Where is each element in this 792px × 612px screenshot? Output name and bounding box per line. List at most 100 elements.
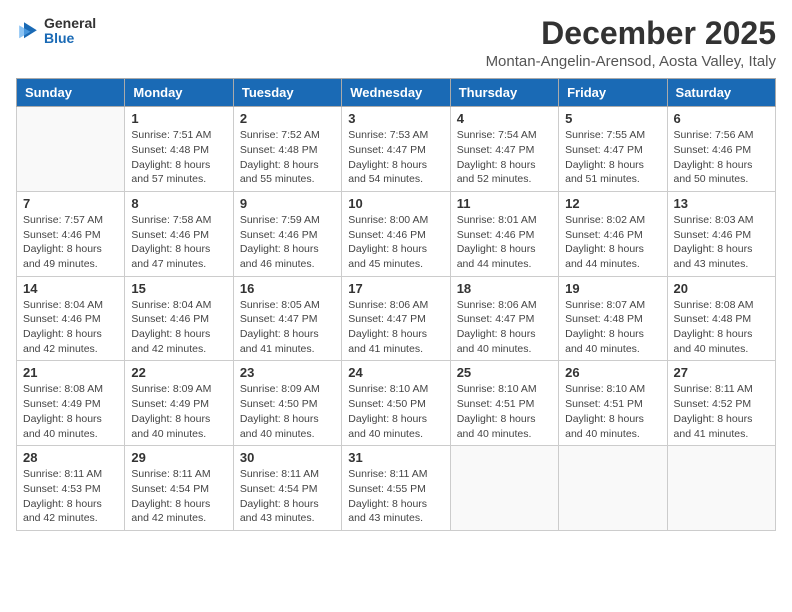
calendar-cell: [559, 446, 667, 531]
day-info: Sunrise: 7:58 AMSunset: 4:46 PMDaylight:…: [131, 213, 226, 272]
logo-icon: [16, 19, 40, 43]
calendar-cell: 27 Sunrise: 8:11 AMSunset: 4:52 PMDayligh…: [667, 361, 775, 446]
day-info: Sunrise: 8:06 AMSunset: 4:47 PMDaylight:…: [348, 298, 443, 357]
header: General Blue December 2025 Montan-Angeli…: [16, 16, 776, 70]
day-info: Sunrise: 8:02 AMSunset: 4:46 PMDaylight:…: [565, 213, 660, 272]
calendar-header-tuesday: Tuesday: [233, 79, 341, 107]
calendar-cell: 5 Sunrise: 7:55 AMSunset: 4:47 PMDaylight…: [559, 107, 667, 192]
calendar-cell: 4 Sunrise: 7:54 AMSunset: 4:47 PMDaylight…: [450, 107, 558, 192]
calendar-cell: 24Sunrise: 8:10 AMSunset: 4:50 PMDayligh…: [342, 361, 450, 446]
calendar-cell: 22Sunrise: 8:09 AMSunset: 4:49 PMDayligh…: [125, 361, 233, 446]
day-number: 9: [240, 196, 335, 211]
day-info: Sunrise: 8:04 AMSunset: 4:46 PMDaylight:…: [23, 298, 118, 357]
calendar-cell: 21 Sunrise: 8:08 AMSunset: 4:49 PMDayligh…: [17, 361, 125, 446]
day-info: Sunrise: 7:57 AMSunset: 4:46 PMDaylight:…: [23, 213, 118, 272]
logo-text: General Blue: [44, 16, 96, 47]
calendar-cell: 11 Sunrise: 8:01 AMSunset: 4:46 PMDayligh…: [450, 191, 558, 276]
day-info: Sunrise: 7:55 AMSunset: 4:47 PMDaylight:…: [565, 128, 660, 187]
day-info: Sunrise: 7:54 AMSunset: 4:47 PMDaylight:…: [457, 128, 552, 187]
day-info: Sunrise: 8:08 AMSunset: 4:49 PMDaylight:…: [23, 382, 118, 441]
day-info: Sunrise: 7:56 AMSunset: 4:46 PMDaylight:…: [674, 128, 769, 187]
calendar-week-row: 7 Sunrise: 7:57 AMSunset: 4:46 PMDaylight…: [17, 191, 776, 276]
day-info: Sunrise: 8:11 AMSunset: 4:54 PMDaylight:…: [131, 467, 226, 526]
day-number: 2: [240, 111, 335, 126]
calendar-cell: 1 Sunrise: 7:51 AMSunset: 4:48 PMDaylight…: [125, 107, 233, 192]
page-container: General Blue December 2025 Montan-Angeli…: [16, 16, 776, 531]
month-title: December 2025: [486, 16, 776, 51]
title-area: December 2025 Montan-Angelin-Arensod, Ao…: [486, 16, 776, 70]
day-info: Sunrise: 8:05 AMSunset: 4:47 PMDaylight:…: [240, 298, 335, 357]
calendar-cell: 8 Sunrise: 7:58 AMSunset: 4:46 PMDaylight…: [125, 191, 233, 276]
calendar-cell: 2Sunrise: 7:52 AMSunset: 4:48 PMDaylight…: [233, 107, 341, 192]
day-info: Sunrise: 7:51 AMSunset: 4:48 PMDaylight:…: [131, 128, 226, 187]
day-info: Sunrise: 8:07 AMSunset: 4:48 PMDaylight:…: [565, 298, 660, 357]
calendar-cell: [17, 107, 125, 192]
day-info: Sunrise: 8:06 AMSunset: 4:47 PMDaylight:…: [457, 298, 552, 357]
day-info: Sunrise: 7:53 AMSunset: 4:47 PMDaylight:…: [348, 128, 443, 187]
day-number: 23: [240, 365, 335, 380]
day-number: 16: [240, 281, 335, 296]
day-number: 21: [23, 365, 118, 380]
calendar-cell: 29 Sunrise: 8:11 AMSunset: 4:54 PMDayligh…: [125, 446, 233, 531]
day-number: 6: [674, 111, 769, 126]
calendar-cell: 15 Sunrise: 8:04 AMSunset: 4:46 PMDayligh…: [125, 276, 233, 361]
day-number: 12: [565, 196, 660, 211]
day-number: 4: [457, 111, 552, 126]
calendar-week-row: 14 Sunrise: 8:04 AMSunset: 4:46 PMDayligh…: [17, 276, 776, 361]
day-info: Sunrise: 8:08 AMSunset: 4:48 PMDaylight:…: [674, 298, 769, 357]
calendar-cell: 25Sunrise: 8:10 AMSunset: 4:51 PMDayligh…: [450, 361, 558, 446]
calendar-cell: 20 Sunrise: 8:08 AMSunset: 4:48 PMDayligh…: [667, 276, 775, 361]
day-number: 31: [348, 450, 443, 465]
day-number: 15: [131, 281, 226, 296]
day-info: Sunrise: 8:11 AMSunset: 4:53 PMDaylight:…: [23, 467, 118, 526]
calendar-cell: 23Sunrise: 8:09 AMSunset: 4:50 PMDayligh…: [233, 361, 341, 446]
day-info: Sunrise: 8:01 AMSunset: 4:46 PMDaylight:…: [457, 213, 552, 272]
calendar-cell: 19 Sunrise: 8:07 AMSunset: 4:48 PMDayligh…: [559, 276, 667, 361]
calendar-header-sunday: Sunday: [17, 79, 125, 107]
calendar-week-row: 1 Sunrise: 7:51 AMSunset: 4:48 PMDaylight…: [17, 107, 776, 192]
logo-general: General: [44, 16, 96, 31]
day-info: Sunrise: 8:00 AMSunset: 4:46 PMDaylight:…: [348, 213, 443, 272]
day-number: 8: [131, 196, 226, 211]
day-number: 24: [348, 365, 443, 380]
day-info: Sunrise: 8:04 AMSunset: 4:46 PMDaylight:…: [131, 298, 226, 357]
day-number: 20: [674, 281, 769, 296]
logo: General Blue: [16, 16, 96, 47]
day-number: 29: [131, 450, 226, 465]
day-number: 26: [565, 365, 660, 380]
day-number: 19: [565, 281, 660, 296]
calendar-cell: 14 Sunrise: 8:04 AMSunset: 4:46 PMDayligh…: [17, 276, 125, 361]
location-subtitle: Montan-Angelin-Arensod, Aosta Valley, It…: [486, 53, 776, 70]
day-number: 25: [457, 365, 552, 380]
calendar-cell: [667, 446, 775, 531]
calendar-cell: 28 Sunrise: 8:11 AMSunset: 4:53 PMDayligh…: [17, 446, 125, 531]
calendar-week-row: 21 Sunrise: 8:08 AMSunset: 4:49 PMDayligh…: [17, 361, 776, 446]
day-number: 14: [23, 281, 118, 296]
calendar-cell: 7 Sunrise: 7:57 AMSunset: 4:46 PMDaylight…: [17, 191, 125, 276]
calendar-cell: 18Sunrise: 8:06 AMSunset: 4:47 PMDayligh…: [450, 276, 558, 361]
day-info: Sunrise: 8:10 AMSunset: 4:51 PMDaylight:…: [565, 382, 660, 441]
calendar-cell: 16 Sunrise: 8:05 AMSunset: 4:47 PMDayligh…: [233, 276, 341, 361]
day-info: Sunrise: 8:11 AMSunset: 4:55 PMDaylight:…: [348, 467, 443, 526]
calendar-week-row: 28 Sunrise: 8:11 AMSunset: 4:53 PMDayligh…: [17, 446, 776, 531]
calendar-cell: [450, 446, 558, 531]
calendar-header-saturday: Saturday: [667, 79, 775, 107]
calendar-header-friday: Friday: [559, 79, 667, 107]
calendar-cell: 26 Sunrise: 8:10 AMSunset: 4:51 PMDayligh…: [559, 361, 667, 446]
day-number: 3: [348, 111, 443, 126]
day-number: 5: [565, 111, 660, 126]
day-number: 17: [348, 281, 443, 296]
day-number: 27: [674, 365, 769, 380]
day-number: 1: [131, 111, 226, 126]
day-number: 10: [348, 196, 443, 211]
day-number: 11: [457, 196, 552, 211]
day-number: 7: [23, 196, 118, 211]
day-info: Sunrise: 8:03 AMSunset: 4:46 PMDaylight:…: [674, 213, 769, 272]
calendar-cell: 3 Sunrise: 7:53 AMSunset: 4:47 PMDaylight…: [342, 107, 450, 192]
day-number: 28: [23, 450, 118, 465]
day-info: Sunrise: 8:11 AMSunset: 4:52 PMDaylight:…: [674, 382, 769, 441]
calendar-cell: 12 Sunrise: 8:02 AMSunset: 4:46 PMDayligh…: [559, 191, 667, 276]
calendar-cell: 9Sunrise: 7:59 AMSunset: 4:46 PMDaylight…: [233, 191, 341, 276]
calendar-cell: 31 Sunrise: 8:11 AMSunset: 4:55 PMDayligh…: [342, 446, 450, 531]
logo-blue: Blue: [44, 31, 96, 46]
